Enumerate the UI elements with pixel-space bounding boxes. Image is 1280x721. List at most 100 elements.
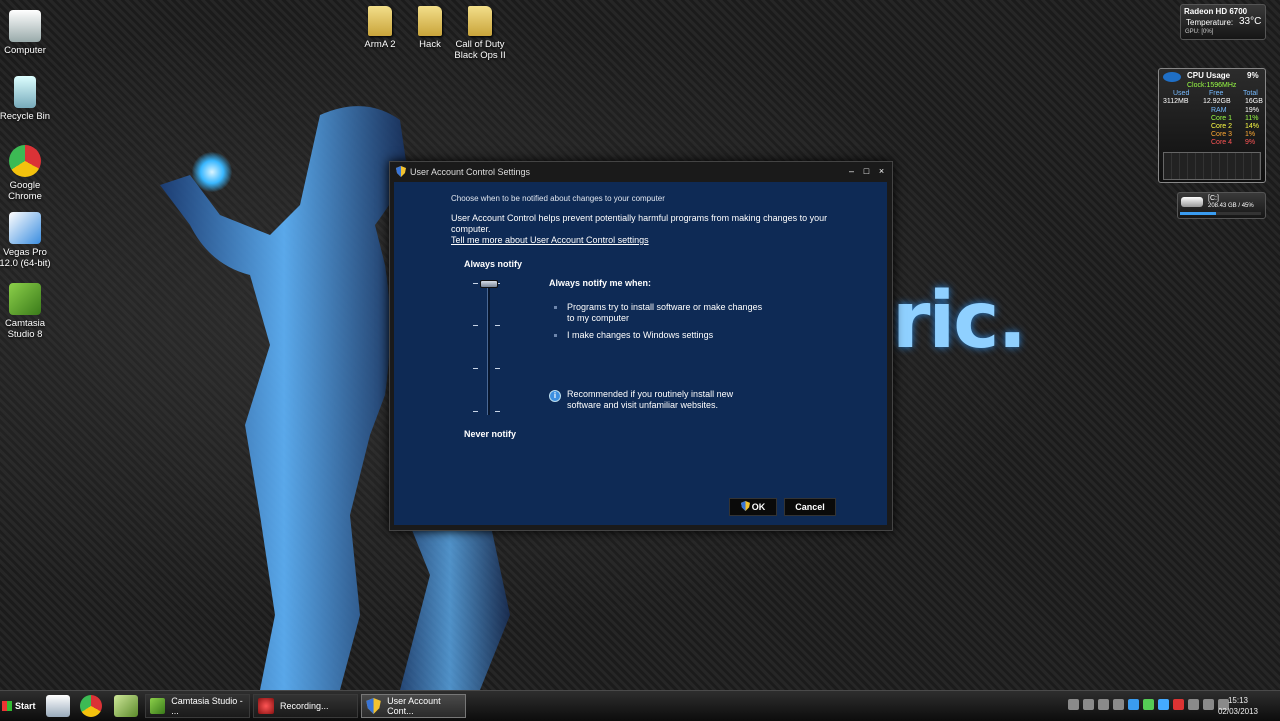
slider-tick bbox=[473, 283, 478, 284]
flag-icon[interactable] bbox=[1203, 699, 1214, 710]
chrome-pinned-icon[interactable] bbox=[80, 695, 102, 717]
tray-icon[interactable] bbox=[1173, 699, 1184, 710]
tray-icon[interactable] bbox=[1128, 699, 1139, 710]
cpu-row-value: 1% bbox=[1245, 131, 1256, 138]
cpu-row-label: RAM bbox=[1211, 107, 1227, 114]
cpu-row-label: Core 1 bbox=[1211, 115, 1233, 122]
desktop-icon-camtasia[interactable]: Camtasia Studio 8 bbox=[0, 283, 53, 340]
recommendation-text: Recommended if you routinely install new… bbox=[567, 389, 734, 410]
cpu-row-label: Core 2 bbox=[1211, 123, 1233, 130]
camtasia-icon bbox=[150, 698, 166, 714]
camtasia-pinned-icon[interactable] bbox=[114, 695, 138, 717]
dialog-client-area: Choose when to be notified about changes… bbox=[394, 182, 887, 525]
desktop-icon-vegas-pro[interactable]: Vegas Pro 12.0 (64-bit) bbox=[0, 212, 53, 269]
cpu-row-value: 11% bbox=[1245, 115, 1259, 122]
desktop-folder-cod[interactable]: Call of Duty Black Ops II bbox=[452, 6, 508, 61]
cancel-button[interactable]: Cancel bbox=[784, 498, 836, 516]
shield-icon bbox=[366, 698, 381, 714]
drive-value: 208.43 GB / 45% bbox=[1208, 203, 1254, 209]
cpu-clock: Clock:1596MHz bbox=[1187, 82, 1237, 89]
desktop-icon-label: Google Chrome bbox=[8, 180, 42, 202]
recording-icon bbox=[258, 698, 274, 714]
shield-icon bbox=[740, 501, 750, 511]
mem-total: 16GB bbox=[1245, 98, 1263, 105]
folder-icon bbox=[468, 6, 492, 36]
minimize-button[interactable]: – bbox=[845, 166, 858, 177]
cpu-total: 9% bbox=[1247, 71, 1259, 80]
cpu-graph bbox=[1163, 152, 1261, 180]
network-icon[interactable] bbox=[1188, 699, 1199, 710]
tray-icon[interactable] bbox=[1068, 699, 1079, 710]
slider-bottom-label: Never notify bbox=[464, 429, 517, 439]
task-label: Camtasia Studio - ... bbox=[171, 696, 243, 716]
info-icon: i bbox=[549, 390, 561, 402]
desktop-folder-label: ArmA 2 bbox=[364, 39, 396, 50]
taskbar-item-camtasia[interactable]: Camtasia Studio - ... bbox=[145, 694, 250, 718]
vegas-pro-icon bbox=[9, 212, 41, 244]
taskbar-item-uac[interactable]: User Account Cont... bbox=[361, 694, 466, 718]
cpu-row-label: Core 4 bbox=[1211, 139, 1233, 146]
folder-icon bbox=[368, 6, 392, 36]
cpu-row-value: 14% bbox=[1245, 123, 1260, 130]
taskbar-item-recording[interactable]: Recording... bbox=[253, 694, 358, 718]
description-text: User Account Control helps prevent poten… bbox=[451, 213, 828, 234]
gpu-gadget[interactable]: Radeon HD 6700 Temperature: 33°C GPU: [0… bbox=[1180, 4, 1266, 40]
notify-slider-track[interactable] bbox=[487, 281, 490, 415]
ok-button[interactable]: OK bbox=[729, 498, 777, 516]
desktop-folder-hack[interactable]: Hack bbox=[402, 6, 458, 50]
gpu-temp-label: Temperature: bbox=[1186, 18, 1234, 27]
intel-logo-icon bbox=[1163, 72, 1181, 82]
desktop-folder-arma2[interactable]: ArmA 2 bbox=[352, 6, 408, 50]
tray-icon[interactable] bbox=[1143, 699, 1154, 710]
cpu-title: CPU Usage bbox=[1187, 71, 1231, 80]
mem-header-total: Total bbox=[1243, 90, 1258, 97]
drive-gadget[interactable]: [C:] 208.43 GB / 45% bbox=[1177, 192, 1266, 219]
glowing-orb bbox=[192, 152, 232, 192]
slider-tick bbox=[473, 325, 478, 326]
window-title: User Account Control Settings bbox=[410, 166, 531, 177]
close-button[interactable]: × bbox=[875, 166, 888, 177]
shield-icon bbox=[396, 166, 406, 177]
desktop-icon-label: Camtasia Studio 8 bbox=[4, 318, 46, 340]
desktop-icon-label: Recycle Bin bbox=[0, 111, 51, 122]
desktop-icon-recycle-bin[interactable]: Recycle Bin bbox=[0, 76, 53, 122]
maximize-button[interactable]: □ bbox=[860, 166, 873, 177]
panel-bullet: I make changes to Windows settings bbox=[554, 330, 767, 341]
slider-top-label: Always notify bbox=[464, 259, 523, 269]
start-label: Start bbox=[15, 701, 36, 711]
desktop-icon-label: Vegas Pro 12.0 (64-bit) bbox=[0, 247, 51, 269]
tray-icon[interactable] bbox=[1098, 699, 1109, 710]
task-label: User Account Cont... bbox=[387, 696, 441, 716]
wallpaper-brand-text: ric. bbox=[892, 276, 1027, 366]
media-player-pinned-icon[interactable] bbox=[46, 695, 70, 717]
desktop-folder-label: Call of Duty Black Ops II bbox=[454, 39, 506, 61]
tray-icon[interactable] bbox=[1113, 699, 1124, 710]
taskbar-clock[interactable]: 15:13 02/03/2013 bbox=[1216, 695, 1260, 717]
mem-free: 12.92GB bbox=[1203, 98, 1231, 105]
ok-label: OK bbox=[751, 502, 766, 512]
desktop-icon-google-chrome[interactable]: Google Chrome bbox=[0, 145, 53, 202]
notify-description-panel: Always notify me when: Programs try to i… bbox=[539, 275, 774, 425]
gpu-temp-value: 33°C bbox=[1239, 16, 1262, 27]
system-tray bbox=[1068, 699, 1229, 710]
title-bar[interactable]: User Account Control Settings – □ × bbox=[390, 162, 892, 181]
taskbar: Start Camtasia Studio - ... Recording...… bbox=[0, 690, 1280, 721]
learn-more-link[interactable]: Tell me more about User Account Control … bbox=[451, 235, 649, 245]
tray-icon[interactable] bbox=[1158, 699, 1169, 710]
slider-tick bbox=[495, 368, 500, 369]
desktop-icon-computer[interactable]: Computer bbox=[0, 10, 53, 56]
cpu-row-value: 19% bbox=[1245, 107, 1260, 114]
gpu-load: GPU: [0%] bbox=[1185, 29, 1214, 35]
desktop-folder-label: Hack bbox=[419, 39, 441, 50]
notify-slider-thumb[interactable] bbox=[480, 280, 498, 288]
start-button[interactable]: Start bbox=[2, 697, 36, 715]
tray-icon[interactable] bbox=[1083, 699, 1094, 710]
slider-tick bbox=[495, 325, 500, 326]
uac-settings-window: User Account Control Settings – □ × Choo… bbox=[389, 161, 893, 531]
drive-icon bbox=[1181, 197, 1203, 207]
panel-heading: Always notify me when: bbox=[549, 278, 652, 288]
cpu-gadget[interactable]: CPU Usage 9% Clock:1596MHz Used Free Tot… bbox=[1158, 68, 1266, 183]
slider-tick bbox=[473, 411, 478, 412]
camtasia-icon bbox=[9, 283, 41, 315]
computer-icon bbox=[9, 10, 41, 42]
